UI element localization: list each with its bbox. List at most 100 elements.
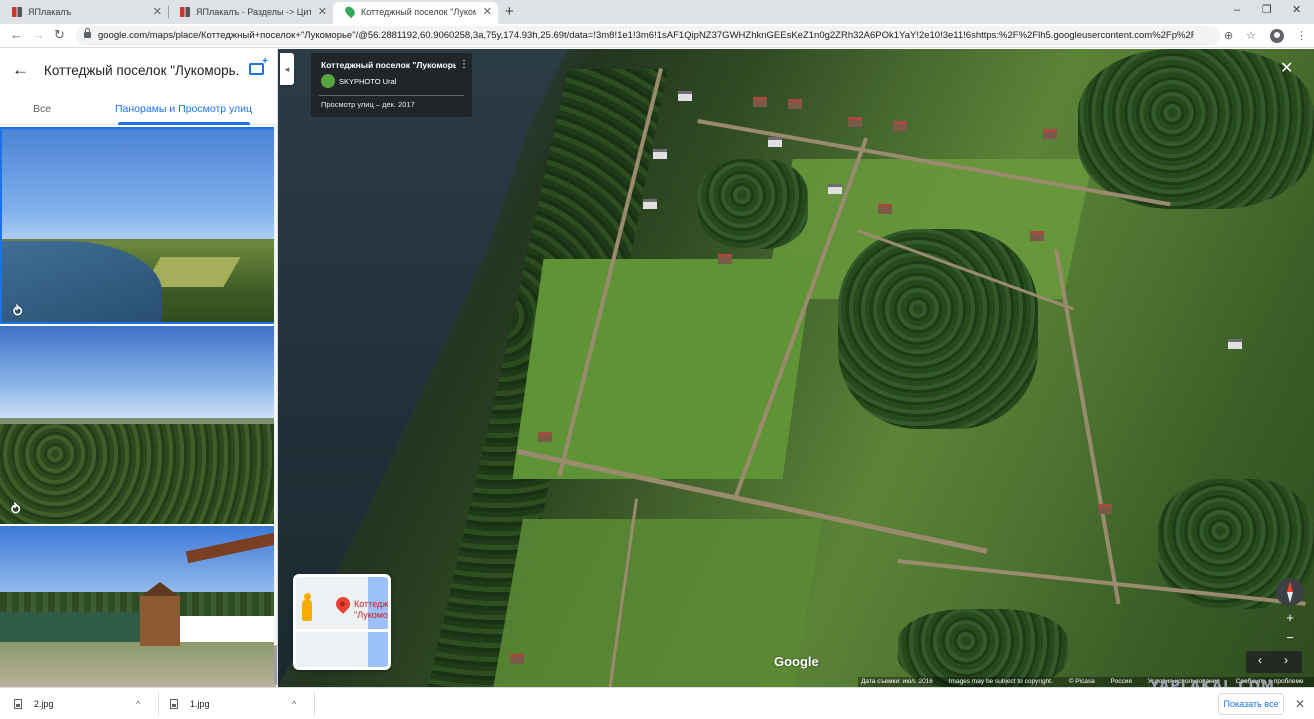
yaplakal-icon — [180, 7, 190, 17]
address-bar[interactable]: google.com/maps/place/Коттеджный+поселок… — [76, 26, 1220, 46]
author-avatar[interactable] — [321, 74, 335, 88]
tab-title: ЯПлакалъ - Разделы -> Цитиру — [196, 7, 311, 17]
photo-pager: ‹ › — [1246, 651, 1302, 673]
download-filename: 1.jpg — [190, 699, 210, 709]
image-file-icon — [14, 699, 22, 709]
pegman-icon[interactable] — [302, 593, 312, 621]
tab-close-icon[interactable]: ✕ — [483, 2, 492, 22]
photo-tabs: Все Панорамы и Просмотр улиц — [0, 97, 277, 125]
minimap-road — [296, 629, 388, 632]
zoom-out-button[interactable]: − — [1281, 629, 1299, 647]
house — [718, 254, 732, 264]
google-logo: Google — [774, 654, 819, 669]
downloads-bar: 2.jpg ^ 1.jpg ^ Показать все ✕ — [0, 687, 1314, 719]
chevron-up-icon[interactable]: ^ — [136, 688, 140, 719]
ground — [0, 642, 276, 687]
panorama-thumbnail[interactable]: ⥁ — [0, 127, 276, 324]
zoom-in-button[interactable]: + — [1281, 609, 1299, 627]
bookmark-star-icon[interactable]: ☆ — [1246, 28, 1256, 44]
panel-header: ← Коттеджый поселок "Лукоморь... — [0, 49, 277, 93]
house — [753, 97, 767, 107]
tab-close-icon[interactable]: ✕ — [153, 2, 162, 22]
capture-date: Просмотр улиц – дек. 2017 — [321, 100, 415, 109]
panorama-info-card: Коттеджный поселок "Лукоморье" ⋮ SKYPHOT… — [311, 53, 472, 117]
more-options-icon[interactable]: ⋮ — [459, 59, 469, 70]
close-downloads-icon[interactable]: ✕ — [1295, 696, 1305, 712]
house — [1043, 129, 1057, 139]
forest-patch — [698, 159, 808, 249]
url-text[interactable]: google.com/maps/place/Коттеджный+поселок… — [98, 26, 1194, 46]
copyright-note: Images may be subject to copyright. — [948, 678, 1053, 685]
chevron-up-icon[interactable]: ^ — [292, 688, 296, 719]
house — [848, 117, 862, 127]
back-button[interactable]: ← — [10, 27, 23, 43]
forest-patch — [1078, 49, 1314, 209]
tab-panoramas[interactable]: Панорамы и Просмотр улиц — [115, 103, 252, 115]
reload-button[interactable]: ↻ — [54, 27, 65, 43]
new-tab-button[interactable]: + — [505, 2, 514, 22]
active-tab-indicator — [118, 122, 250, 125]
add-photo-icon[interactable] — [249, 56, 268, 75]
divider — [158, 692, 159, 716]
compass-icon[interactable] — [1276, 578, 1304, 606]
tab-strip: ЯПлакалъ ✕ ЯПлакалъ - Разделы -> Цитиру … — [0, 0, 1314, 24]
author-name[interactable]: SKYPHOTO Ural — [339, 77, 396, 86]
divider — [319, 95, 464, 96]
panorama-thumbnail[interactable]: ⥁ — [0, 326, 276, 524]
download-filename: 2.jpg — [34, 699, 54, 709]
forest — [0, 424, 276, 524]
location-pin-icon — [333, 594, 353, 614]
gate-house — [140, 596, 180, 646]
tab-yaplakal[interactable]: ЯПлакалъ ✕ — [0, 2, 168, 24]
panel-back-icon[interactable]: ← — [12, 60, 29, 80]
close-viewer-icon[interactable]: ✕ — [1280, 59, 1293, 79]
minimap[interactable]: Коттедж "Лукомо — [293, 574, 391, 670]
yaplakal-icon — [12, 7, 22, 17]
minimap-label-line: Коттедж — [354, 599, 389, 609]
previous-photo-icon[interactable]: ‹ — [1258, 653, 1262, 667]
sky — [2, 129, 274, 245]
house — [1098, 504, 1112, 514]
tab-title: Коттеджный поселок "Лукомор — [361, 7, 476, 17]
tab-all[interactable]: Все — [33, 103, 51, 115]
collapse-panel-button[interactable]: ◂ — [280, 53, 294, 85]
house — [1030, 231, 1044, 241]
house — [878, 204, 892, 214]
region-link[interactable]: Россия — [1111, 678, 1132, 685]
google-maps-pin-icon — [343, 4, 357, 19]
street-view-panorama[interactable] — [278, 49, 1314, 687]
tab-google-maps[interactable]: Коттеджный поселок "Лукомор ✕ — [333, 2, 498, 24]
tab-close-icon[interactable]: ✕ — [318, 2, 327, 22]
house — [678, 91, 692, 101]
minimap-water — [368, 577, 388, 667]
minimap-label-line: "Лукомо — [354, 610, 388, 620]
house — [788, 99, 802, 109]
minimap-place-label: Коттедж "Лукомо — [354, 599, 388, 621]
install-app-icon[interactable]: ⊕ — [1224, 28, 1233, 44]
window-close-button[interactable]: ✕ — [1292, 2, 1301, 18]
next-photo-icon[interactable]: › — [1284, 653, 1288, 667]
show-all-downloads-button[interactable]: Показать все — [1218, 693, 1284, 715]
house — [538, 432, 552, 442]
download-item[interactable]: 1.jpg ^ — [170, 688, 310, 719]
panorama-360-icon: ⥁ — [12, 303, 24, 319]
restore-button[interactable]: ❐ — [1262, 2, 1272, 18]
forward-button[interactable]: → — [32, 27, 45, 43]
house — [643, 199, 657, 209]
fence — [0, 612, 140, 642]
panorama-thumbnail[interactable] — [0, 526, 276, 687]
download-item[interactable]: 2.jpg ^ — [14, 688, 154, 719]
house — [510, 654, 524, 664]
road — [1054, 249, 1121, 605]
meadow — [512, 259, 814, 479]
panorama-title[interactable]: Коттеджный поселок "Лукоморье" — [321, 60, 456, 70]
minimize-button[interactable]: – — [1234, 2, 1240, 18]
house — [828, 184, 842, 194]
profile-avatar-icon[interactable] — [1270, 29, 1284, 43]
picasa-credit: © Picasa — [1068, 678, 1095, 685]
photos-side-panel: ← Коттеджый поселок "Лукоморь... Все Пан… — [0, 49, 278, 687]
place-title: Коттеджый поселок "Лукоморь... — [44, 63, 239, 78]
tab-yaplakal-sections[interactable]: ЯПлакалъ - Разделы -> Цитиру ✕ — [168, 2, 333, 24]
browser-menu-icon[interactable]: ⋮ — [1296, 28, 1307, 44]
panorama-360-icon: ⥁ — [10, 501, 22, 517]
